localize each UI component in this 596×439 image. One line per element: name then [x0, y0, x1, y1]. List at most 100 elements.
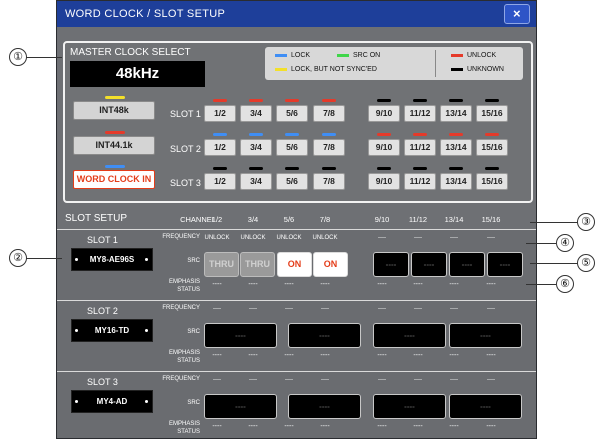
int48k-button[interactable]: INT48k: [73, 101, 155, 120]
card-left-dot: [75, 400, 78, 403]
slot3-ch-2-indicator: [249, 167, 263, 170]
frequency-value-6: ----: [414, 235, 422, 241]
emphasis-status-6: ----: [413, 423, 423, 430]
legend-lock-swatch: [275, 53, 287, 57]
frequency-value-8: ----: [487, 377, 495, 383]
card-name-display: MY8-AE96S: [71, 248, 153, 271]
frequency-value-6: ----: [414, 306, 422, 312]
slot2-ch-5-button[interactable]: 9/10: [368, 139, 400, 156]
slot2-ch-7-button[interactable]: 13/14: [440, 139, 472, 156]
int441k-button[interactable]: INT44.1k: [73, 136, 155, 155]
frequency-value-5: ----: [378, 377, 386, 383]
callout-4: ④: [556, 234, 574, 252]
src-button-2[interactable]: ----: [288, 394, 361, 419]
src-button-4[interactable]: ----: [449, 323, 522, 348]
emphasis-status-3: ----: [284, 281, 294, 288]
window-title: WORD CLOCK / SLOT SETUP: [65, 8, 226, 20]
src-button-7[interactable]: ----: [449, 252, 485, 277]
frequency-value-4: ----: [321, 377, 329, 383]
slot3-ch-6-button[interactable]: 11/12: [404, 173, 436, 190]
slot1-ch-7-button[interactable]: 13/14: [440, 105, 472, 122]
master-clock-display: 48kHz: [70, 61, 205, 87]
slot1-ch-6-indicator: [413, 99, 427, 102]
slot-name-label: SLOT 1: [87, 235, 118, 245]
frequency-value-5: ----: [378, 235, 386, 241]
src-button-1[interactable]: THRU: [204, 252, 239, 277]
status-legend: LOCK SRC ON UNLOCK LOCK, BUT NOT SYNC'ED…: [265, 47, 523, 80]
slot3-ch-8-button[interactable]: 15/16: [476, 173, 508, 190]
src-button-3[interactable]: ----: [373, 394, 446, 419]
slot2-ch-2-button[interactable]: 3/4: [240, 139, 272, 156]
slot2-ch-4-button[interactable]: 7/8: [313, 139, 345, 156]
slot2-ch-1-button[interactable]: 1/2: [204, 139, 236, 156]
frequency-value-8: ----: [487, 235, 495, 241]
slot3-ch-4-button[interactable]: 7/8: [313, 173, 345, 190]
slot2-ch-8-button[interactable]: 15/16: [476, 139, 508, 156]
frequency-value-7: ----: [450, 377, 458, 383]
src-button-8[interactable]: ----: [487, 252, 523, 277]
slot2-ch-3-button[interactable]: 5/6: [276, 139, 308, 156]
slot2-ch-6-button[interactable]: 11/12: [404, 139, 436, 156]
legend-unlock: UNLOCK: [451, 51, 496, 61]
frequency-value-7: ----: [450, 306, 458, 312]
slot1-ch-4-indicator: [322, 99, 336, 102]
slot-section-1: SLOT 1 MY8-AE96S FREQUENCY SRC EMPHASIS STATU…: [57, 229, 536, 309]
int441k-indicator: [105, 131, 125, 134]
slot3-ch-2-button[interactable]: 3/4: [240, 173, 272, 190]
card-name-display: MY4-AD: [71, 390, 153, 413]
emphasis-status-4: ----: [320, 423, 330, 430]
callout-1-line: [26, 57, 62, 58]
emphasis-status-8: ----: [486, 423, 496, 430]
frequency-row-label: FREQUENCY: [162, 376, 200, 382]
word-clock-in-button[interactable]: WORD CLOCK IN: [73, 170, 155, 189]
channel-header-2: 3/4: [247, 215, 259, 224]
slot3-ch-6-indicator: [413, 167, 427, 170]
legend-lock: LOCK: [275, 51, 310, 61]
slot1-ch-3-button[interactable]: 5/6: [276, 105, 308, 122]
legend-src-on: SRC ON: [337, 51, 380, 61]
slot1-ch-2-indicator: [249, 99, 263, 102]
frequency-value-3: ----: [285, 377, 293, 383]
card-left-dot: [75, 329, 78, 332]
frequency-value-2: ----: [249, 377, 257, 383]
slot1-ch-1-button[interactable]: 1/2: [204, 105, 236, 122]
src-button-5[interactable]: ----: [373, 252, 409, 277]
src-button-3[interactable]: ON: [277, 252, 312, 277]
src-button-4[interactable]: ----: [449, 394, 522, 419]
callout-1: ①: [9, 48, 27, 66]
slot3-ch-3-button[interactable]: 5/6: [276, 173, 308, 190]
src-button-4[interactable]: ON: [313, 252, 348, 277]
src-button-1[interactable]: ----: [204, 323, 277, 348]
frequency-value-2: ----: [249, 306, 257, 312]
emphasis-status-5: ----: [377, 281, 387, 288]
slot1-ch-8-button[interactable]: 15/16: [476, 105, 508, 122]
slot1-ch-2-button[interactable]: 3/4: [240, 105, 272, 122]
slot3-ch-5-button[interactable]: 9/10: [368, 173, 400, 190]
slot1-ch-5-button[interactable]: 9/10: [368, 105, 400, 122]
channel-header-3: 5/6: [283, 215, 295, 224]
src-button-2[interactable]: THRU: [240, 252, 275, 277]
emphasis-status-8: ----: [486, 352, 496, 359]
frequency-value-1: ----: [213, 377, 221, 383]
frequency-value-3: ----: [285, 306, 293, 312]
emphasis-status-2: ----: [248, 352, 258, 359]
slot3-ch-7-button[interactable]: 13/14: [440, 173, 472, 190]
slot3-ch-7-indicator: [449, 167, 463, 170]
src-button-1[interactable]: ----: [204, 394, 277, 419]
src-button-2[interactable]: ----: [288, 323, 361, 348]
callout-5: ⑤: [577, 254, 595, 272]
callout-6-line: [526, 284, 556, 285]
emphasis-row-label: EMPHASIS: [168, 350, 200, 356]
slot2-ch-3-indicator: [285, 133, 299, 136]
word-clock-in-indicator: [105, 165, 125, 168]
close-button[interactable]: ×: [504, 4, 530, 24]
emphasis-row-label: EMPHASIS: [168, 279, 200, 285]
src-button-3[interactable]: ----: [373, 323, 446, 348]
slot1-ch-4-button[interactable]: 7/8: [313, 105, 345, 122]
emphasis-status-1: ----: [212, 352, 222, 359]
slot3-ch-1-button[interactable]: 1/2: [204, 173, 236, 190]
slot-setup-header: SLOT SETUP CHANNEL 1/2 3/4 5/6 7/8 9/10 11/12…: [57, 213, 536, 227]
slot1-ch-6-button[interactable]: 11/12: [404, 105, 436, 122]
src-button-6[interactable]: ----: [411, 252, 447, 277]
callout-6: ⑥: [556, 275, 574, 293]
